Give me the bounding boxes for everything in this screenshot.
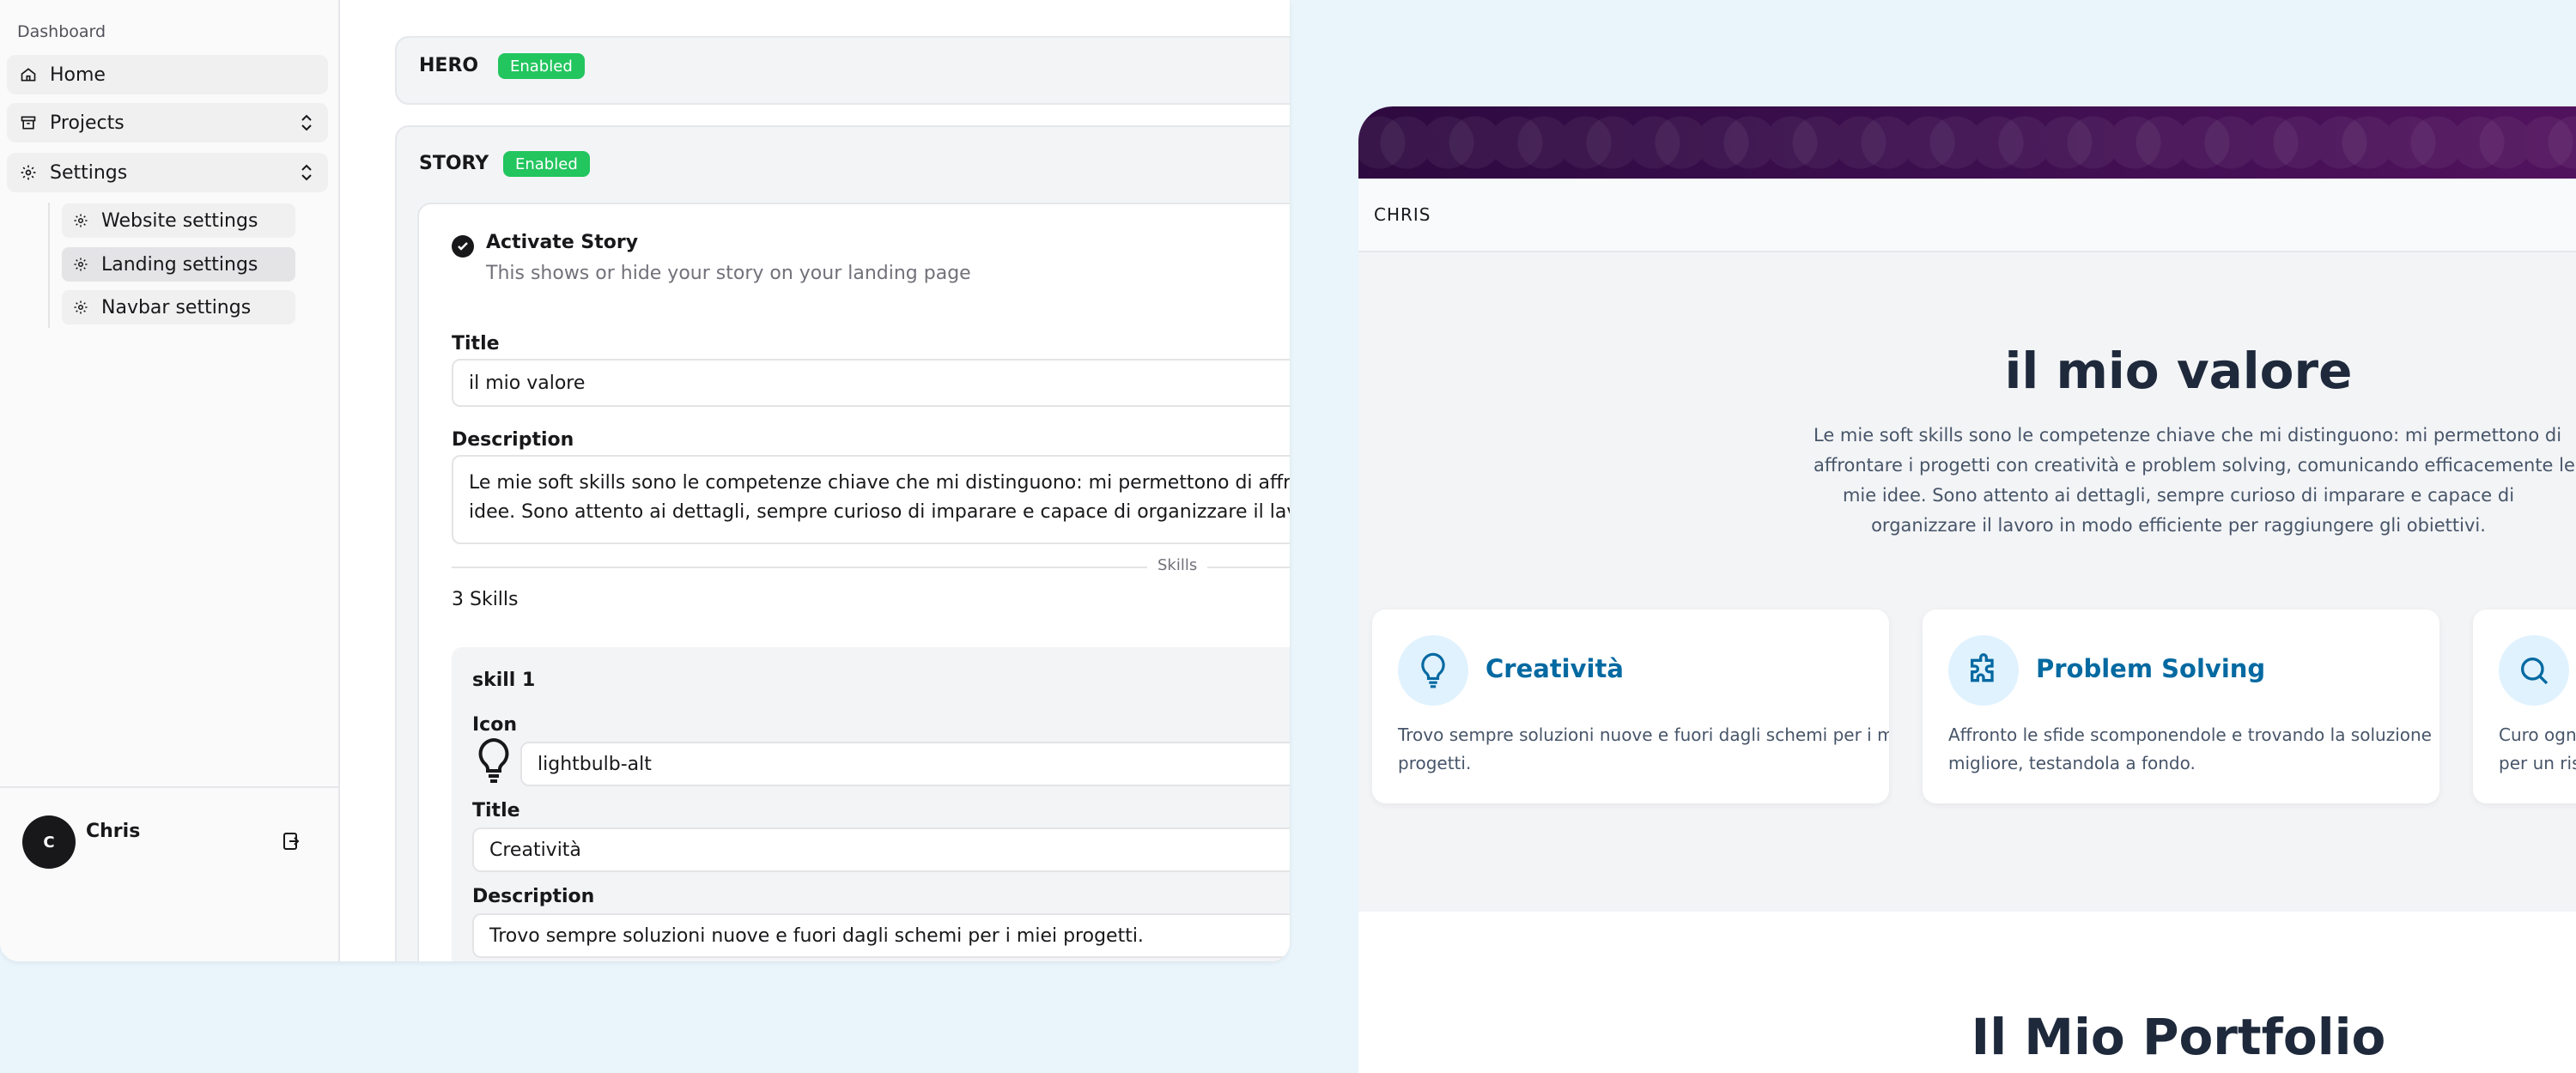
sidebar-subitem-label: Landing settings <box>101 253 258 276</box>
skill-editor-box: skill 1 Icon lightbulb-alt Title Creativ… <box>452 647 1290 961</box>
preview-desc-line: mie idee. Sono attento ai dettagli, semp… <box>1842 485 2515 506</box>
preview-skill-desc-line: progetti. <box>1398 753 1472 773</box>
sidebar-subitem-website-settings[interactable]: Website settings <box>62 203 295 238</box>
preview-skill-name: Creatività <box>1485 654 1624 683</box>
preview-desc-line: organizzare il lavoro in modo efficiente… <box>1871 515 2486 536</box>
archive-icon <box>19 113 38 132</box>
skill-description-input[interactable]: Trovo sempre soluzioni nuove e fuori dag… <box>472 913 1290 958</box>
skill-title-input[interactable]: Creatività <box>472 827 1290 872</box>
lightbulb-icon <box>1398 635 1468 706</box>
preview-skill-desc-line: Curo ogni <box>2499 724 2576 745</box>
preview-skill-desc: Affronto le sfide scomponendole e trovan… <box>1948 721 2432 778</box>
sidebar-footer-divider <box>0 786 340 788</box>
preview-skill-name: Problem Solving <box>2036 654 2266 683</box>
description-line: Le mie soft skills sono le competenze ch… <box>469 472 1290 494</box>
sidebar-item-label: Home <box>50 64 106 86</box>
chevron-updown-icon <box>299 163 314 182</box>
hero-status-badge: Enabled <box>498 53 585 79</box>
preview-desc-line: affrontare i progetti con creatività e p… <box>1814 455 2575 476</box>
preview-desc-line: Le mie soft skills sono le competenze ch… <box>1814 425 2562 446</box>
sidebar-subitem-navbar-settings[interactable]: Navbar settings <box>62 290 295 324</box>
logout-icon[interactable] <box>282 831 301 852</box>
home-icon <box>19 65 38 84</box>
chevron-updown-icon <box>299 113 314 132</box>
sidebar-item-projects[interactable]: Projects <box>7 103 328 142</box>
gear-icon <box>19 163 38 182</box>
sidebar: Dashboard Home Projects Settings Website… <box>0 0 340 961</box>
activate-story-checkbox[interactable] <box>452 235 474 258</box>
gear-icon <box>72 212 89 229</box>
preview-skill-card: Problem Solving Affronto le sfide scompo… <box>1923 609 2439 803</box>
skill-title-label: Title <box>472 800 520 821</box>
preview-story-description: Le mie soft skills sono le competenze ch… <box>1814 421 2575 541</box>
preview-story-section: il mio valore Le mie soft skills sono le… <box>1358 252 2576 912</box>
landing-preview: CHRIS il mio valore Le mie soft skills s… <box>1358 106 2576 1073</box>
sidebar-item-home[interactable]: Home <box>7 55 328 94</box>
preview-banner <box>1358 106 2576 179</box>
skill-description-label: Description <box>472 886 595 907</box>
preview-skill-card: Curo ogni per un risu <box>2473 609 2576 803</box>
description-label: Description <box>452 429 574 451</box>
sidebar-subitem-label: Website settings <box>101 209 258 232</box>
avatar[interactable]: C <box>22 815 76 869</box>
story-title-input[interactable]: il mio valore <box>452 359 1290 407</box>
story-form-card: Activate Story This shows or hide your s… <box>417 203 1290 961</box>
activate-story-label: Activate Story <box>486 232 639 253</box>
preview-skill-desc: Curo ogni per un risu <box>2499 721 2576 778</box>
preview-story-title: il mio valore <box>2004 342 2353 400</box>
skill-icon-label: Icon <box>472 714 518 736</box>
sidebar-subitem-landing-settings[interactable]: Landing settings <box>62 247 295 282</box>
gear-icon <box>72 256 89 273</box>
skill-icon-input[interactable]: lightbulb-alt <box>520 742 1290 786</box>
skills-count: 3 Skills <box>452 589 519 610</box>
story-section-title: STORY <box>419 153 489 174</box>
skill-heading: skill 1 <box>472 670 536 691</box>
sidebar-item-label: Settings <box>50 161 128 184</box>
lightbulb-icon <box>472 737 515 785</box>
preview-navbar: CHRIS <box>1358 179 2576 252</box>
story-status-badge: Enabled <box>503 151 590 177</box>
preview-skill-desc-line: per un risu <box>2499 753 2576 773</box>
preview-skill-desc-line: Affronto le sfide scomponendole e trovan… <box>1948 724 2432 745</box>
sidebar-group-label: Dashboard <box>17 22 106 41</box>
story-description-textarea[interactable]: Le mie soft skills sono le competenze ch… <box>452 455 1290 544</box>
search-icon <box>2499 635 2569 706</box>
puzzle-icon <box>1948 635 2019 706</box>
sidebar-subitem-label: Navbar settings <box>101 296 252 318</box>
sidebar-item-label: Projects <box>50 112 125 134</box>
gear-icon <box>72 299 89 316</box>
preview-brand[interactable]: CHRIS <box>1374 204 1431 225</box>
preview-skill-desc-line: migliore, testandola a fondo. <box>1948 753 2196 773</box>
sidebar-item-settings[interactable]: Settings <box>7 153 328 192</box>
preview-skill-card: Creatività Trovo sempre soluzioni nuove … <box>1372 609 1889 803</box>
hero-section-title: HERO <box>419 55 479 76</box>
hero-section[interactable]: HERO Enabled <box>395 36 1290 105</box>
preview-skill-desc: Trovo sempre soluzioni nuove e fuori dag… <box>1398 721 1889 778</box>
description-line: idee. Sono attento ai dettagli, sempre c… <box>469 501 1290 523</box>
editor-content: HERO Enabled STORY Enabled Activate Stor… <box>342 0 1290 961</box>
preview-skill-desc-line: Trovo sempre soluzioni nuove e fuori dag… <box>1398 724 1889 745</box>
admin-window: Dashboard Home Projects Settings Website… <box>0 0 1290 961</box>
skills-separator-label: Skills <box>1147 556 1208 574</box>
preview-portfolio-title: Il Mio Portfolio <box>1971 1008 2386 1066</box>
activate-story-help: This shows or hide your story on your la… <box>486 263 971 284</box>
user-name: Chris <box>86 821 141 842</box>
submenu-divider <box>48 203 50 328</box>
title-label: Title <box>452 333 500 355</box>
